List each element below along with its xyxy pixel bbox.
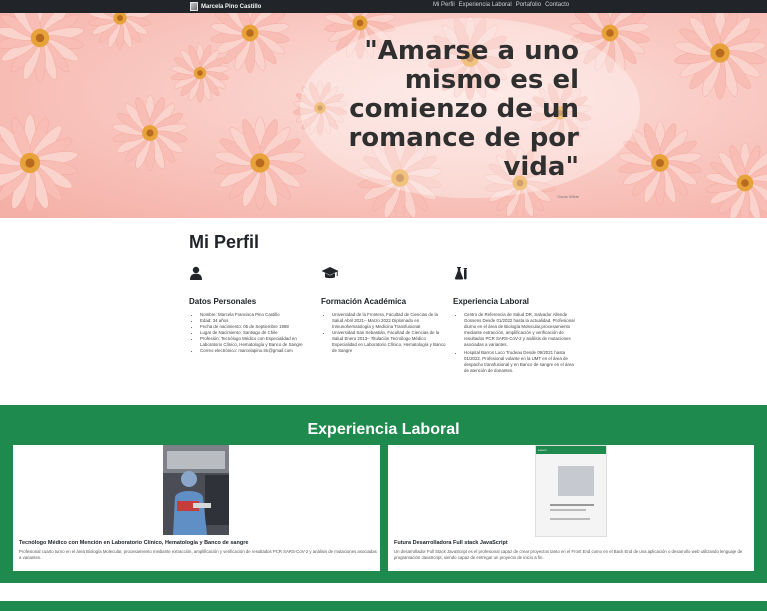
user-icon	[190, 266, 202, 280]
thumbnail-line	[550, 504, 594, 506]
perfil-list: Nombre: Marcela Francisca Pino Castillo …	[189, 312, 314, 354]
next-section-edge	[0, 599, 767, 611]
thumbnail-image	[558, 466, 594, 496]
list-item: Hospital Barros Luco Trudeau Desde 09/20…	[464, 350, 578, 374]
thumbnail-line	[550, 509, 586, 511]
experiencia-card-dev[interactable]: Lorem Futura Desarrolladora Full stack J…	[388, 445, 754, 571]
experiencia-section: Experiencia Laboral Tecnólogo Médico con…	[0, 405, 767, 583]
list-item: Universidad San Sebastián, Facultad de C…	[332, 330, 446, 354]
perfil-list: Universidad de la Frontera, Facultad de …	[321, 312, 446, 354]
card-title: Tecnólogo Médico con Mención en Laborato…	[19, 540, 249, 546]
flower-decoration	[112, 94, 188, 172]
thumbnail-line	[550, 518, 590, 520]
navbar: Marcela Pino Castillo Mi Perfil Experien…	[0, 0, 767, 13]
perfil-column-experiencia: Experiencia Laboral Centro de Referencia…	[453, 266, 578, 374]
list-item: Universidad de la Frontera, Facultad de …	[332, 312, 446, 330]
lab-photo	[163, 445, 229, 535]
experiencia-title: Experiencia Laboral	[307, 421, 460, 438]
thumbnail-header: Lorem	[536, 446, 606, 454]
flower-decoration	[0, 114, 78, 212]
nav-link-portafolio[interactable]: Portafolio	[516, 2, 541, 8]
card-text: Profesional cuarto turno en el área Biol…	[19, 549, 377, 560]
brand-avatar	[190, 2, 198, 11]
nav-link-contacto[interactable]: Contacto	[545, 2, 569, 8]
flower-decoration	[0, 13, 84, 83]
website-thumbnail: Lorem	[535, 445, 607, 537]
experiencia-card-lab[interactable]: Tecnólogo Médico con Mención en Laborato…	[13, 445, 380, 571]
perfil-column-personal: Datos Personales Nombre: Marcela Francis…	[189, 266, 314, 354]
list-item: Centro de Referencia de Salud DR. Salvad…	[464, 312, 578, 348]
card-text: Un desarrollador Full Stack JavaScript e…	[394, 549, 743, 560]
hero-quote: "Amarse a uno mismo es el comienzo de un…	[348, 36, 579, 182]
nav-link-mi-perfil[interactable]: Mi Perfil	[433, 2, 455, 8]
flask-icon	[454, 267, 467, 280]
flower-decoration	[88, 13, 152, 50]
perfil-column-title: Experiencia Laboral	[453, 297, 530, 306]
hero-banner: "Amarse a uno mismo es el comienzo de un…	[0, 13, 767, 218]
perfil-column-title: Formación Académica	[321, 297, 407, 306]
perfil-list: Centro de Referencia de Salud DR. Salvad…	[453, 312, 578, 374]
flower-decoration	[705, 142, 767, 218]
graduation-cap-icon	[321, 267, 339, 279]
flower-decoration	[674, 13, 766, 100]
hero-quote-author: Oscar Wilde	[557, 194, 579, 199]
flower-decoration	[214, 116, 306, 210]
brand-name: Marcela Pino Castillo	[201, 3, 262, 10]
navbar-brand[interactable]: Marcela Pino Castillo	[190, 1, 261, 12]
list-item: Correo electrónico: marcelapino.tm@gmail…	[200, 348, 314, 354]
list-item: Profesión: Tecnólogo Médico con Especial…	[200, 336, 314, 348]
perfil-column-formacion: Formación Académica Universidad de la Fr…	[321, 266, 446, 354]
nav-links: Mi Perfil Experiencia Laboral Portafolio…	[433, 2, 569, 8]
perfil-title: Mi Perfil	[189, 232, 260, 252]
card-title: Futura Desarrolladora Full stack JavaScr…	[394, 540, 508, 546]
perfil-column-title: Datos Personales	[189, 297, 257, 306]
nav-link-experiencia[interactable]: Experiencia Laboral	[459, 2, 512, 8]
